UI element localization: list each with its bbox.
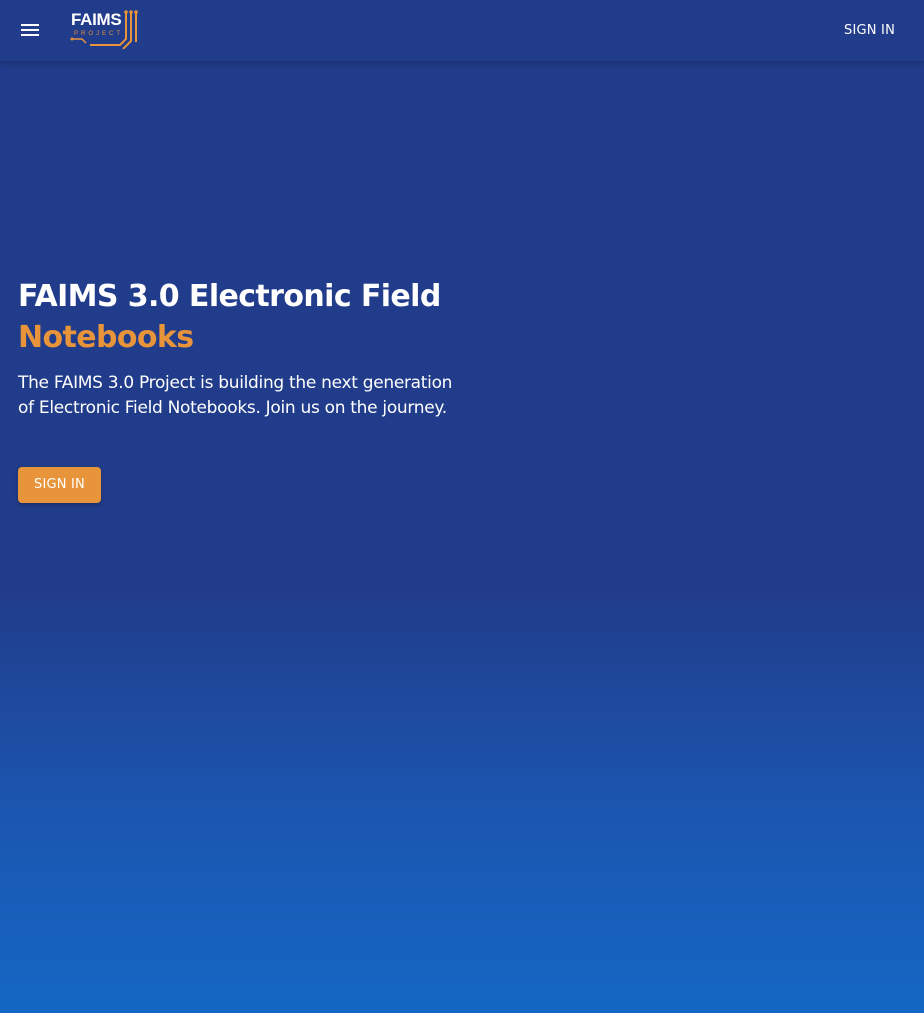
app-bar: FAIMS PROJECT SIGN IN [0,0,924,61]
hero-title: FAIMS 3.0 Electronic Field Notebooks [18,276,458,358]
menu-button[interactable] [12,12,48,48]
hero-section: FAIMS 3.0 Electronic Field Notebooks The… [18,276,458,420]
hero-sign-in-button[interactable]: SIGN IN [18,467,101,503]
hero-title-accent: Notebooks [18,320,194,355]
hero-description: The FAIMS 3.0 Project is building the ne… [18,373,453,418]
hamburger-menu-icon [21,24,39,36]
logo-text: FAIMS [71,10,122,29]
logo-subtext: PROJECT [74,31,124,37]
faims-logo[interactable]: FAIMS PROJECT [70,9,140,49]
header-sign-in-button[interactable]: SIGN IN [835,18,904,44]
hero-title-main: FAIMS 3.0 Electronic Field [18,279,441,314]
